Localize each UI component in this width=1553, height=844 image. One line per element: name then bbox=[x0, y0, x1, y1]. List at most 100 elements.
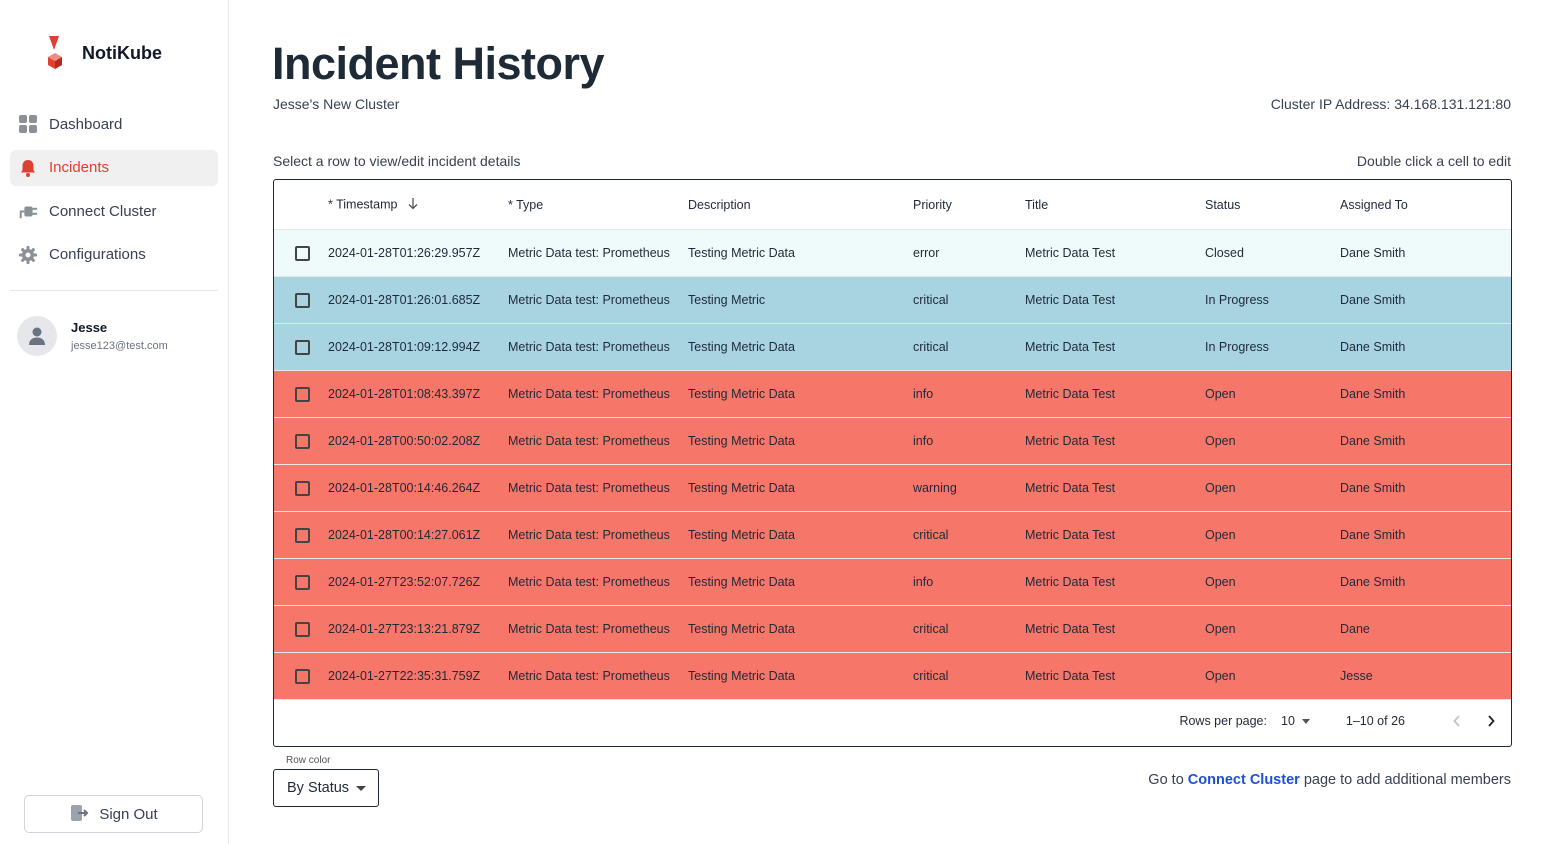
row-checkbox[interactable] bbox=[294, 668, 310, 684]
column-header-assigned-to[interactable]: Assigned To bbox=[1340, 198, 1510, 212]
sidebar-item-configurations[interactable]: Configurations bbox=[10, 237, 218, 273]
column-header-type[interactable]: * Type bbox=[508, 198, 688, 212]
table-row[interactable]: 2024-01-27T22:35:31.759Z Metric Data test… bbox=[274, 653, 1511, 700]
table-row[interactable]: 2024-01-28T01:26:01.685Z Metric Data test… bbox=[274, 277, 1511, 324]
cell-status[interactable]: Open bbox=[1205, 575, 1340, 589]
cell-type[interactable]: Metric Data test: Prometheus bbox=[508, 528, 688, 542]
cell-title[interactable]: Metric Data Test bbox=[1025, 528, 1205, 542]
cell-priority[interactable]: critical bbox=[913, 293, 1025, 307]
cell-priority[interactable]: warning bbox=[913, 481, 1025, 495]
cell-title[interactable]: Metric Data Test bbox=[1025, 669, 1205, 683]
cell-priority[interactable]: critical bbox=[913, 669, 1025, 683]
previous-page-button[interactable] bbox=[1445, 709, 1469, 733]
column-header-status[interactable]: Status bbox=[1205, 198, 1340, 212]
cell-description[interactable]: Testing Metric Data bbox=[688, 481, 913, 495]
cell-type[interactable]: Metric Data test: Prometheus bbox=[508, 246, 688, 260]
connect-cluster-link[interactable]: Connect Cluster bbox=[1188, 772, 1300, 788]
cell-status[interactable]: Open bbox=[1205, 434, 1340, 448]
row-checkbox[interactable] bbox=[294, 245, 310, 261]
cell-assigned-to[interactable]: Dane Smith bbox=[1340, 293, 1510, 307]
cell-description[interactable]: Testing Metric Data bbox=[688, 528, 913, 542]
table-row[interactable]: 2024-01-28T00:14:46.264Z Metric Data test… bbox=[274, 465, 1511, 512]
column-header-title[interactable]: Title bbox=[1025, 198, 1205, 212]
cell-status[interactable]: In Progress bbox=[1205, 340, 1340, 354]
cell-title[interactable]: Metric Data Test bbox=[1025, 387, 1205, 401]
row-checkbox[interactable] bbox=[294, 386, 310, 402]
cell-title[interactable]: Metric Data Test bbox=[1025, 293, 1205, 307]
cell-status[interactable]: Open bbox=[1205, 387, 1340, 401]
cell-assigned-to[interactable]: Dane Smith bbox=[1340, 528, 1510, 542]
brand[interactable]: NotiKube bbox=[45, 34, 162, 72]
cell-description[interactable]: Testing Metric Data bbox=[688, 387, 913, 401]
cell-assigned-to[interactable]: Dane Smith bbox=[1340, 575, 1510, 589]
cell-assigned-to[interactable]: Dane Smith bbox=[1340, 340, 1510, 354]
cell-type[interactable]: Metric Data test: Prometheus bbox=[508, 575, 688, 589]
table-row[interactable]: 2024-01-28T01:26:29.957Z Metric Data test… bbox=[274, 230, 1511, 277]
cell-timestamp[interactable]: 2024-01-28T00:14:46.264Z bbox=[328, 481, 508, 495]
cell-type[interactable]: Metric Data test: Prometheus bbox=[508, 669, 688, 683]
table-row[interactable]: 2024-01-27T23:52:07.726Z Metric Data test… bbox=[274, 559, 1511, 606]
cell-status[interactable]: Open bbox=[1205, 481, 1340, 495]
cell-description[interactable]: Testing Metric Data bbox=[688, 340, 913, 354]
table-row[interactable]: 2024-01-28T00:50:02.208Z Metric Data test… bbox=[274, 418, 1511, 465]
cell-title[interactable]: Metric Data Test bbox=[1025, 434, 1205, 448]
cell-timestamp[interactable]: 2024-01-28T00:14:27.061Z bbox=[328, 528, 508, 542]
cell-status[interactable]: Closed bbox=[1205, 246, 1340, 260]
cell-type[interactable]: Metric Data test: Prometheus bbox=[508, 293, 688, 307]
cell-title[interactable]: Metric Data Test bbox=[1025, 340, 1205, 354]
cell-assigned-to[interactable]: Dane bbox=[1340, 622, 1510, 636]
sidebar-item-incidents[interactable]: Incidents bbox=[10, 149, 218, 186]
cell-type[interactable]: Metric Data test: Prometheus bbox=[508, 481, 688, 495]
column-header-priority[interactable]: Priority bbox=[913, 198, 1025, 212]
user-profile[interactable]: Jesse jesse123@test.com bbox=[17, 316, 168, 356]
cell-title[interactable]: Metric Data Test bbox=[1025, 481, 1205, 495]
cell-timestamp[interactable]: 2024-01-27T22:35:31.759Z bbox=[328, 669, 508, 683]
table-row[interactable]: 2024-01-28T00:14:27.061Z Metric Data test… bbox=[274, 512, 1511, 559]
cell-timestamp[interactable]: 2024-01-28T01:26:29.957Z bbox=[328, 246, 508, 260]
row-checkbox[interactable] bbox=[294, 527, 310, 543]
cell-priority[interactable]: info bbox=[913, 387, 1025, 401]
sign-out-button[interactable]: Sign Out bbox=[24, 795, 203, 833]
cell-title[interactable]: Metric Data Test bbox=[1025, 575, 1205, 589]
next-page-button[interactable] bbox=[1479, 709, 1503, 733]
row-checkbox[interactable] bbox=[294, 574, 310, 590]
table-row[interactable]: 2024-01-28T01:08:43.397Z Metric Data test… bbox=[274, 371, 1511, 418]
cell-priority[interactable]: critical bbox=[913, 622, 1025, 636]
cell-assigned-to[interactable]: Dane Smith bbox=[1340, 481, 1510, 495]
cell-timestamp[interactable]: 2024-01-28T00:50:02.208Z bbox=[328, 434, 508, 448]
sidebar-item-connect-cluster[interactable]: Connect Cluster bbox=[10, 193, 218, 229]
cell-priority[interactable]: critical bbox=[913, 528, 1025, 542]
cell-type[interactable]: Metric Data test: Prometheus bbox=[508, 387, 688, 401]
cell-title[interactable]: Metric Data Test bbox=[1025, 246, 1205, 260]
cell-assigned-to[interactable]: Dane Smith bbox=[1340, 246, 1510, 260]
cell-timestamp[interactable]: 2024-01-28T01:26:01.685Z bbox=[328, 293, 508, 307]
cell-type[interactable]: Metric Data test: Prometheus bbox=[508, 622, 688, 636]
cell-type[interactable]: Metric Data test: Prometheus bbox=[508, 434, 688, 448]
cell-description[interactable]: Testing Metric Data bbox=[688, 669, 913, 683]
cell-assigned-to[interactable]: Jesse bbox=[1340, 669, 1510, 683]
row-checkbox[interactable] bbox=[294, 339, 310, 355]
cell-status[interactable]: Open bbox=[1205, 669, 1340, 683]
table-row[interactable]: 2024-01-28T01:09:12.994Z Metric Data test… bbox=[274, 324, 1511, 371]
cell-type[interactable]: Metric Data test: Prometheus bbox=[508, 340, 688, 354]
cell-status[interactable]: Open bbox=[1205, 622, 1340, 636]
column-header-timestamp[interactable]: * Timestamp bbox=[328, 197, 508, 213]
cell-description[interactable]: Testing Metric Data bbox=[688, 434, 913, 448]
row-color-select[interactable]: By Status bbox=[273, 769, 379, 807]
cell-priority[interactable]: info bbox=[913, 575, 1025, 589]
row-checkbox[interactable] bbox=[294, 292, 310, 308]
sidebar-item-dashboard[interactable]: Dashboard bbox=[10, 106, 218, 142]
cell-timestamp[interactable]: 2024-01-28T01:08:43.397Z bbox=[328, 387, 508, 401]
cell-description[interactable]: Testing Metric Data bbox=[688, 622, 913, 636]
cell-assigned-to[interactable]: Dane Smith bbox=[1340, 434, 1510, 448]
cell-timestamp[interactable]: 2024-01-27T23:52:07.726Z bbox=[328, 575, 508, 589]
cell-status[interactable]: In Progress bbox=[1205, 293, 1340, 307]
cell-status[interactable]: Open bbox=[1205, 528, 1340, 542]
cell-assigned-to[interactable]: Dane Smith bbox=[1340, 387, 1510, 401]
cell-priority[interactable]: error bbox=[913, 246, 1025, 260]
table-row[interactable]: 2024-01-27T23:13:21.879Z Metric Data test… bbox=[274, 606, 1511, 653]
row-checkbox[interactable] bbox=[294, 433, 310, 449]
cell-description[interactable]: Testing Metric Data bbox=[688, 246, 913, 260]
row-checkbox[interactable] bbox=[294, 621, 310, 637]
cell-description[interactable]: Testing Metric Data bbox=[688, 575, 913, 589]
